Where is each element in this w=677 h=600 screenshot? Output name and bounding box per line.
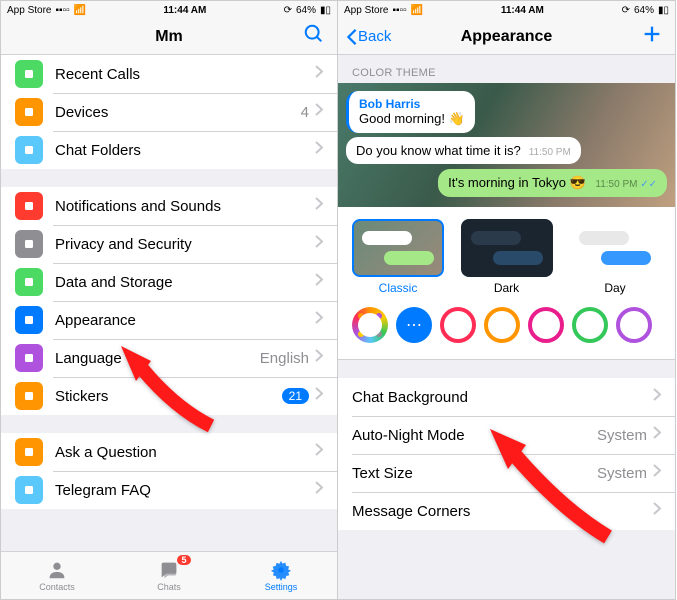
row-icon [15,60,43,88]
chevron-right-icon [653,502,661,520]
chevron-right-icon [315,65,323,83]
row-label: Telegram FAQ [55,482,315,499]
chevron-right-icon [315,443,323,461]
row-icon [15,192,43,220]
chevron-right-icon [315,311,323,329]
accent-orange[interactable] [484,307,520,343]
accent-purple[interactable] [616,307,652,343]
row-icon [15,438,43,466]
row-ask[interactable]: Ask a Question [1,433,337,471]
tab-label: Chats [157,582,181,592]
nav-bar: Back Appearance [338,19,675,55]
settings-screen: App Store▪▪▫▫📶 11:44 AM ⟳64%▮▯ Mm Recent… [0,0,338,600]
chevron-right-icon [315,273,323,291]
tab-chats[interactable]: 5 Chats [113,552,225,599]
add-icon[interactable] [641,23,663,50]
bubble-incoming: Bob Harris Good morning! 👋 [346,91,475,133]
accent-multi[interactable] [352,307,388,343]
row-label: Text Size [352,465,597,482]
row-notifications[interactable]: Notifications and Sounds [1,187,337,225]
row-label: Auto-Night Mode [352,427,597,444]
row-icon [15,230,43,258]
row-label: Ask a Question [55,444,315,461]
row-corners[interactable]: Message Corners [338,492,675,530]
appearance-screen: App Store▪▪▫▫📶 11:44 AM ⟳64%▮▯ Back Appe… [338,0,676,600]
row-icon [15,98,43,126]
row-label: Chat Background [352,389,653,406]
page-title: Mm [155,28,183,46]
row-data[interactable]: Data and Storage [1,263,337,301]
row-label: Devices [55,104,301,121]
row-icon [15,382,43,410]
chevron-right-icon [653,426,661,444]
theme-classic[interactable]: Classic [352,219,444,295]
chevron-right-icon [315,481,323,499]
row-label: Stickers [55,388,282,405]
nav-bar: Mm [1,19,337,55]
chevron-right-icon [315,349,323,367]
row-label: Appearance [55,312,315,329]
row-stickers[interactable]: Stickers21 [1,377,337,415]
row-label: Notifications and Sounds [55,198,315,215]
row-value: English [260,350,309,367]
row-icon [15,268,43,296]
row-value: 4 [301,104,309,121]
chevron-right-icon [653,464,661,482]
back-button[interactable]: Back [346,28,391,46]
accent-magenta[interactable] [528,307,564,343]
row-value: System [597,427,647,444]
theme-picker: ClassicDarkDay ⋯ [338,207,675,360]
tab-contacts[interactable]: Contacts [1,552,113,599]
accent-green[interactable] [572,307,608,343]
row-faq[interactable]: Telegram FAQ [1,471,337,509]
row-label: Data and Storage [55,274,315,291]
row-label: Language [55,350,260,367]
row-label: Chat Folders [55,142,315,159]
chevron-right-icon [315,387,323,405]
tab-bar: Contacts 5 Chats Settings [1,551,337,599]
row-privacy[interactable]: Privacy and Security [1,225,337,263]
tab-label: Contacts [39,582,75,592]
accent-color-row: ⋯ [338,295,675,355]
tab-settings[interactable]: Settings [225,552,337,599]
bubble-outgoing: It's morning in Tokyo 😎 11:50 PM ✓✓ [438,169,667,197]
chevron-right-icon [315,141,323,159]
search-icon[interactable] [303,23,325,50]
row-label: Privacy and Security [55,236,315,253]
row-value: System [597,465,647,482]
status-bar: App Store▪▪▫▫📶 11:44 AM ⟳64%▮▯ [1,1,337,19]
row-recent-calls[interactable]: Recent Calls [1,55,337,93]
chevron-right-icon [315,103,323,121]
row-appearance[interactable]: Appearance [1,301,337,339]
row-auto-night[interactable]: Auto-Night ModeSystem [338,416,675,454]
chevron-right-icon [315,235,323,253]
row-label: Recent Calls [55,66,315,83]
tab-badge: 5 [177,555,191,565]
row-badge: 21 [282,388,309,404]
accent-pink[interactable] [440,307,476,343]
tab-label: Settings [265,582,298,592]
row-text-size[interactable]: Text SizeSystem [338,454,675,492]
theme-day[interactable]: Day [569,219,661,295]
page-title: Appearance [461,28,553,46]
chat-preview: Bob Harris Good morning! 👋 Do you know w… [338,83,675,207]
section-header: COLOR THEME [338,55,675,83]
chevron-right-icon [653,388,661,406]
row-icon [15,306,43,334]
accent-blue[interactable]: ⋯ [396,307,432,343]
chevron-right-icon [315,197,323,215]
row-icon [15,344,43,372]
bubble-incoming: Do you know what time it is?11:50 PM [346,137,581,164]
row-chat-bg[interactable]: Chat Background [338,378,675,416]
row-icon [15,476,43,504]
row-devices[interactable]: Devices4 [1,93,337,131]
row-icon [15,136,43,164]
status-bar: App Store▪▪▫▫📶 11:44 AM ⟳64%▮▯ [338,1,675,19]
row-language[interactable]: LanguageEnglish [1,339,337,377]
row-label: Message Corners [352,503,653,520]
theme-dark[interactable]: Dark [461,219,553,295]
row-chat-folders[interactable]: Chat Folders [1,131,337,169]
